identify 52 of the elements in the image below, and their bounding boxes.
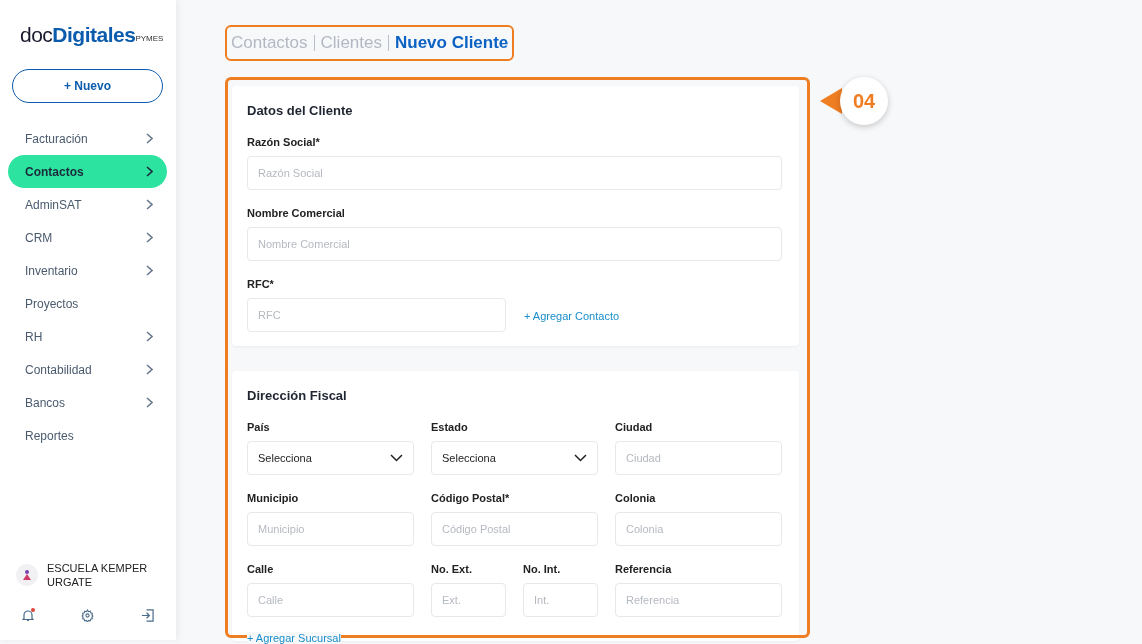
input-field[interactable]: Colonia	[615, 512, 782, 546]
field-label: Nombre Comercial	[247, 207, 346, 220]
input-field[interactable]: Referencia	[615, 583, 782, 617]
nav-item[interactable]: RH	[8, 320, 167, 353]
pointer-arrow-icon	[820, 88, 842, 114]
input-field[interactable]: Código Postal	[431, 512, 598, 546]
input-field[interactable]: Int.	[523, 583, 598, 617]
nav-item[interactable]: AdminSAT	[8, 188, 167, 221]
input-field[interactable]: Razón Social	[247, 156, 782, 190]
section-title: Dirección Fiscal	[247, 388, 348, 404]
input-field[interactable]: Ciudad	[615, 441, 782, 475]
add-contact-link[interactable]: + Agregar Contacto	[524, 307, 620, 324]
field-label: Razón Social*	[247, 136, 321, 149]
field-label: No. Ext.	[431, 563, 473, 576]
add-branch-link[interactable]: + Agregar Sucursal	[247, 632, 341, 644]
bell-icon[interactable]	[22, 609, 34, 622]
input-field[interactable]: Ext.	[431, 583, 506, 617]
nav-item[interactable]: Bancos	[8, 386, 167, 419]
logout-icon[interactable]	[141, 609, 154, 622]
select-field[interactable]: Selecciona	[431, 441, 598, 475]
field-label: Referencia	[615, 563, 673, 576]
nav-item[interactable]: Proyectos	[8, 287, 167, 320]
section-title: Datos del Cliente	[247, 103, 354, 119]
field-label: Ciudad	[615, 421, 654, 434]
input-field[interactable]: Municipio	[247, 512, 414, 546]
nav-item[interactable]: Reportes	[8, 419, 167, 452]
logo: docDigitalesPYMES	[20, 24, 165, 45]
field-label: Colonia	[615, 492, 657, 505]
input-field[interactable]: Nombre Comercial	[247, 227, 782, 261]
chevron-down-icon	[574, 454, 587, 462]
breadcrumb-link[interactable]: Nuevo Cliente	[394, 30, 509, 56]
field-label: RFC*	[247, 278, 275, 291]
field-label: Estado	[431, 421, 469, 434]
field-label: Código Postal*	[431, 492, 511, 505]
nav-item[interactable]: Facturación	[8, 122, 167, 155]
input-field[interactable]: Calle	[247, 583, 414, 617]
settings-icon[interactable]	[81, 609, 94, 622]
nav-item[interactable]: Contabilidad	[8, 353, 167, 386]
input-field[interactable]: RFC	[247, 298, 506, 332]
step-badge: 04	[840, 77, 888, 125]
new-button[interactable]: + Nuevo	[12, 69, 163, 103]
field-label: Municipio	[247, 492, 300, 505]
field-label: Calle	[247, 563, 275, 576]
user-name: ESCUELA KEMPER URGATE	[47, 561, 149, 589]
chevron-down-icon	[390, 454, 403, 462]
select-field[interactable]: Selecciona	[247, 441, 414, 475]
field-label: País	[247, 421, 271, 434]
nav-item[interactable]: CRM	[8, 221, 167, 254]
nav-item[interactable]: Contactos	[8, 155, 167, 188]
nav-item[interactable]: Inventario	[8, 254, 167, 287]
avatar-icon	[16, 564, 38, 586]
field-label: No. Int.	[523, 563, 562, 576]
